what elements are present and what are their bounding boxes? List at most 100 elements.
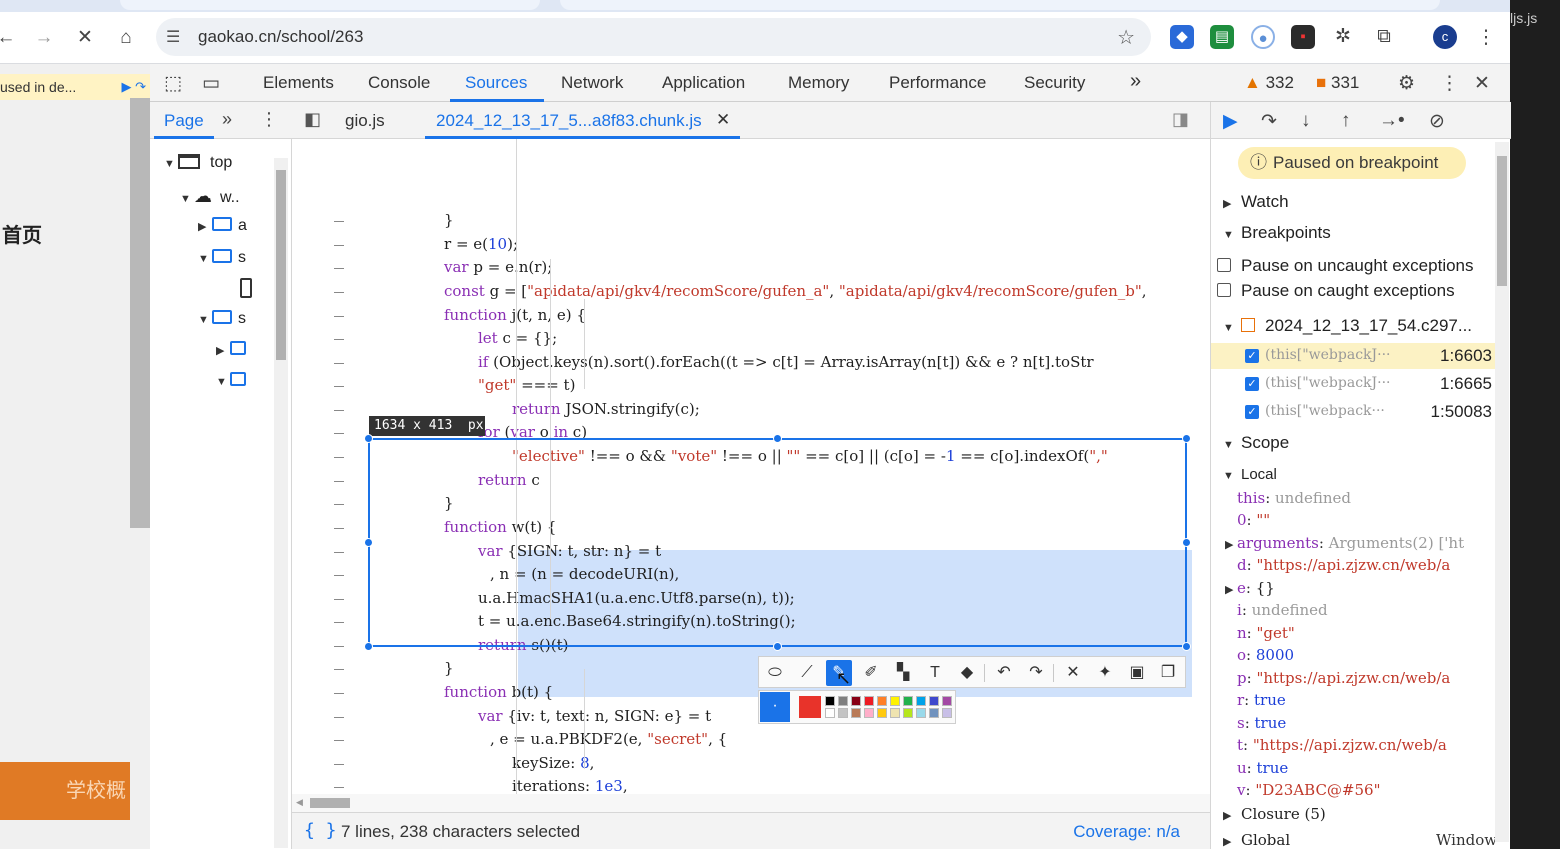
- scope-variable[interactable]: n: "get": [1237, 624, 1295, 642]
- resize-handle[interactable]: [773, 434, 782, 443]
- pause-uncaught-checkbox[interactable]: Pause on uncaught exceptions: [1217, 256, 1474, 276]
- gutter-marker[interactable]: [334, 457, 344, 458]
- bookmark-star-icon[interactable]: ☆: [1117, 25, 1135, 50]
- tree-item-origin[interactable]: ▼ ☁ w..: [180, 186, 240, 207]
- file-tab-gio[interactable]: gio.js: [345, 111, 385, 131]
- color-swatch[interactable]: [890, 696, 900, 706]
- scope-variable[interactable]: ▶ arguments: Arguments(2) ['ht: [1225, 534, 1464, 552]
- gutter-marker[interactable]: [334, 339, 344, 340]
- devtools-menu-icon[interactable]: ⋮: [1440, 72, 1459, 95]
- scope-local[interactable]: ▼ Local: [1223, 466, 1277, 483]
- color-swatch[interactable]: [877, 708, 887, 718]
- file-tab-chunk[interactable]: 2024_12_13_17_5...a8f83.chunk.js: [436, 111, 702, 131]
- breakpoint-file-group[interactable]: ▼ 2024_12_13_17_54.c297...: [1223, 316, 1472, 336]
- capture-selection-frame[interactable]: [364, 434, 1191, 651]
- tab-application[interactable]: Application: [662, 73, 745, 93]
- line-tool-icon[interactable]: ⟋: [794, 660, 820, 686]
- forward-icon[interactable]: →: [32, 26, 56, 50]
- eraser-tool-icon[interactable]: ◆: [954, 660, 980, 686]
- tab-memory[interactable]: Memory: [788, 73, 849, 93]
- color-swatch[interactable]: [890, 708, 900, 718]
- tab-console[interactable]: Console: [368, 73, 430, 93]
- stop-icon[interactable]: ✕: [73, 26, 97, 50]
- site-info-icon[interactable]: ☰: [166, 27, 180, 47]
- gutter-marker[interactable]: [334, 740, 344, 741]
- color-swatch[interactable]: [838, 696, 848, 706]
- editor-hscroll-thumb[interactable]: [310, 798, 350, 808]
- gutter-marker[interactable]: [334, 292, 344, 293]
- home-nav-link[interactable]: 首页: [2, 219, 42, 248]
- gutter-marker[interactable]: [334, 410, 344, 411]
- scope-variable[interactable]: s: true: [1237, 714, 1286, 732]
- coverage-link[interactable]: Coverage: n/a: [1073, 822, 1180, 842]
- text-tool-icon[interactable]: T: [922, 660, 948, 686]
- navigator-scrollbar[interactable]: [274, 158, 288, 848]
- redo-icon[interactable]: ↷: [1023, 660, 1049, 686]
- scroll-left-icon[interactable]: ◀: [296, 797, 303, 808]
- tree-item-subfolder-2[interactable]: ▼: [216, 372, 252, 390]
- scope-variable[interactable]: t: "https://api.zjzw.cn/web/a: [1237, 736, 1447, 754]
- resume-icon[interactable]: ▶ ↷: [121, 74, 146, 100]
- color-swatch[interactable]: [942, 696, 952, 706]
- checkbox[interactable]: [1217, 283, 1231, 297]
- scope-variable[interactable]: 0: "": [1237, 511, 1270, 529]
- save-icon[interactable]: ▣: [1124, 660, 1150, 686]
- tab-security[interactable]: Security: [1024, 73, 1085, 93]
- shield-extension-icon[interactable]: ◆: [1170, 25, 1194, 49]
- color-swatch[interactable]: [942, 708, 952, 718]
- scope-global[interactable]: ▶ Global: [1223, 831, 1290, 849]
- scope-variable[interactable]: this: undefined: [1237, 489, 1351, 507]
- scope-variable[interactable]: ▶ e: {}: [1225, 579, 1275, 597]
- browser-tab[interactable]: [120, 0, 540, 10]
- scope-variable[interactable]: p: "https://api.zjzw.cn/web/a: [1237, 669, 1450, 687]
- toggle-debugger-icon[interactable]: ◨: [1172, 109, 1189, 130]
- color-swatch[interactable]: [825, 708, 835, 718]
- tree-item-subfolder-1[interactable]: ▶: [216, 341, 252, 359]
- scope-variable[interactable]: u: true: [1237, 759, 1288, 777]
- color-swatch[interactable]: [864, 696, 874, 706]
- navigator-menu-icon[interactable]: ⋮: [260, 109, 278, 130]
- settings-gear-icon[interactable]: ⚙: [1398, 72, 1415, 95]
- mosaic-tool-icon[interactable]: ▚: [890, 660, 916, 686]
- step-into-icon[interactable]: ↓: [1301, 110, 1311, 132]
- copy-icon[interactable]: ❐: [1155, 660, 1181, 686]
- breakpoint-item[interactable]: ✓ (this["webpackJ··· 1:6665: [1211, 371, 1496, 397]
- breakpoint-checkbox[interactable]: ✓: [1245, 377, 1259, 391]
- tab-elements[interactable]: Elements: [263, 73, 334, 93]
- dark-extension-icon[interactable]: ▪: [1291, 25, 1315, 49]
- color-swatch[interactable]: [851, 696, 861, 706]
- close-file-tab-icon[interactable]: ✕: [716, 110, 730, 130]
- resize-handle[interactable]: [364, 642, 373, 651]
- tree-item-folder-a[interactable]: ▶ a: [198, 217, 247, 235]
- school-profile-button[interactable]: 学校概: [0, 762, 130, 820]
- pin-icon[interactable]: ✦: [1092, 660, 1118, 686]
- color-swatch[interactable]: [825, 696, 835, 706]
- back-icon[interactable]: ←: [0, 26, 18, 50]
- gutter-marker[interactable]: [334, 528, 344, 529]
- breakpoint-item[interactable]: ✓ (this["webpackJ··· 1:6603: [1211, 343, 1496, 369]
- breakpoint-checkbox[interactable]: ✓: [1245, 349, 1259, 363]
- profile-avatar[interactable]: c: [1433, 25, 1457, 49]
- device-toolbar-icon[interactable]: ▭: [202, 72, 220, 95]
- browser-tab-active[interactable]: [560, 0, 1440, 10]
- pause-caught-checkbox[interactable]: Pause on caught exceptions: [1217, 281, 1455, 301]
- gutter-marker[interactable]: [334, 552, 344, 553]
- editor-horizontal-scrollbar[interactable]: ◀ ▶: [292, 794, 1332, 812]
- breakpoint-checkbox[interactable]: ✓: [1245, 405, 1259, 419]
- scope-variable[interactable]: o: 8000: [1237, 646, 1294, 664]
- tree-item-top[interactable]: ▼ top: [164, 154, 232, 172]
- resize-handle[interactable]: [1182, 642, 1191, 651]
- color-swatch[interactable]: [903, 696, 913, 706]
- gutter-marker[interactable]: [334, 316, 344, 317]
- home-icon[interactable]: ⌂: [114, 26, 138, 50]
- shape-tool-icon[interactable]: ⬭: [762, 660, 788, 686]
- gutter-marker[interactable]: [334, 717, 344, 718]
- breakpoint-item[interactable]: ✓ (this["webpack··· 1:50083: [1211, 399, 1496, 425]
- color-swatch[interactable]: [929, 708, 939, 718]
- resize-handle[interactable]: [1182, 434, 1191, 443]
- debugger-scrollbar[interactable]: [1495, 142, 1509, 842]
- checkbox[interactable]: [1217, 258, 1231, 272]
- gutter-marker[interactable]: [334, 221, 344, 222]
- gutter-marker[interactable]: [334, 669, 344, 670]
- menu-kebab-icon[interactable]: ⋮: [1474, 26, 1498, 50]
